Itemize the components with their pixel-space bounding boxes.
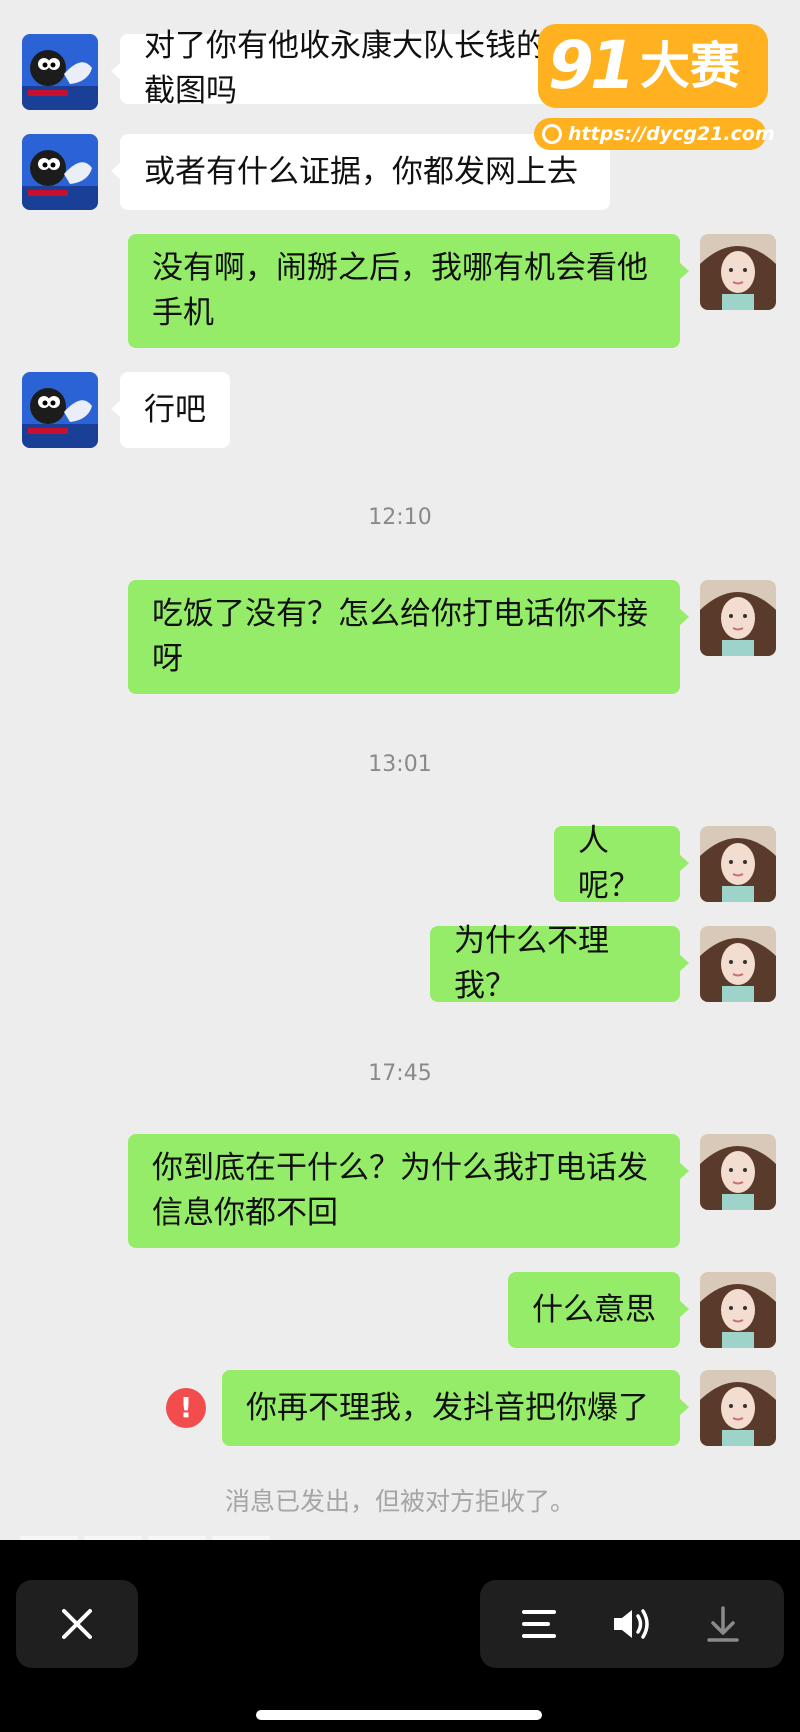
system-notice: 消息已发出，但被对方拒收了。 (224, 1487, 575, 1516)
user-avatar[interactable] (700, 1134, 776, 1210)
message-bubble[interactable]: 什么意思 (508, 1272, 689, 1348)
volume-icon (614, 1609, 649, 1639)
contact-avatar[interactable] (22, 372, 98, 448)
user-avatar[interactable] (700, 826, 776, 902)
close-icon (62, 1609, 92, 1639)
message-bubble[interactable]: 你到底在干什么？为什么我打电话发 信息你都不回 (128, 1134, 689, 1248)
timestamp: 17:45 (368, 1061, 432, 1086)
watermark-text: 大赛 (640, 37, 740, 95)
user-avatar[interactable] (700, 1370, 776, 1446)
watermark-number: 91 (548, 27, 636, 104)
timestamp: 13:01 (368, 752, 432, 777)
user-avatar[interactable] (700, 234, 776, 310)
media-toolbar (0, 1540, 800, 1732)
user-avatar[interactable] (700, 580, 776, 656)
message-bubble[interactable]: 对了你有他收永康大队长钱的截图吗 (111, 28, 572, 109)
volume-button[interactable] (586, 1580, 676, 1668)
menu-button[interactable] (494, 1580, 584, 1668)
message-bubble[interactable]: 或者有什么证据，你都发网上去 (111, 134, 610, 210)
send-failed-icon[interactable]: ! (166, 1388, 206, 1428)
user-avatar[interactable] (700, 926, 776, 1002)
home-indicator (256, 1710, 542, 1720)
contact-avatar[interactable] (22, 134, 98, 210)
message-bubble[interactable]: 为什么不理我？ (430, 923, 689, 1004)
timestamp: 12:10 (368, 505, 432, 530)
watermark-url-text: https://dycg21.com (568, 123, 775, 145)
contact-avatar[interactable] (22, 34, 98, 110)
media-controls (480, 1580, 784, 1668)
download-icon (707, 1606, 739, 1642)
download-button[interactable] (678, 1580, 768, 1668)
message-bubble[interactable]: 没有啊，闹掰之后，我哪有机会看他 手机 (128, 234, 689, 348)
message-bubble[interactable]: 行吧 (111, 372, 230, 448)
watermark-badge: 91 大赛 (538, 24, 768, 108)
globe-icon (542, 124, 562, 144)
close-button[interactable] (16, 1580, 138, 1668)
menu-icon (522, 1610, 556, 1638)
watermark-url: https://dycg21.com (534, 118, 775, 150)
chat-screen: 对了你有他收永康大队长钱的截图吗 或者有什么证据，你都发网上去 没有啊，闹掰之后… (0, 0, 800, 1540)
watermark-logo: 91 大赛 (538, 24, 768, 110)
message-bubble[interactable]: 吃饭了没有？怎么给你打电话你不接 呀 (128, 580, 689, 694)
message-bubble[interactable]: 人呢？ (554, 823, 689, 904)
message-bubble[interactable]: 你再不理我，发抖音把你爆了 (222, 1370, 689, 1446)
user-avatar[interactable] (700, 1272, 776, 1348)
